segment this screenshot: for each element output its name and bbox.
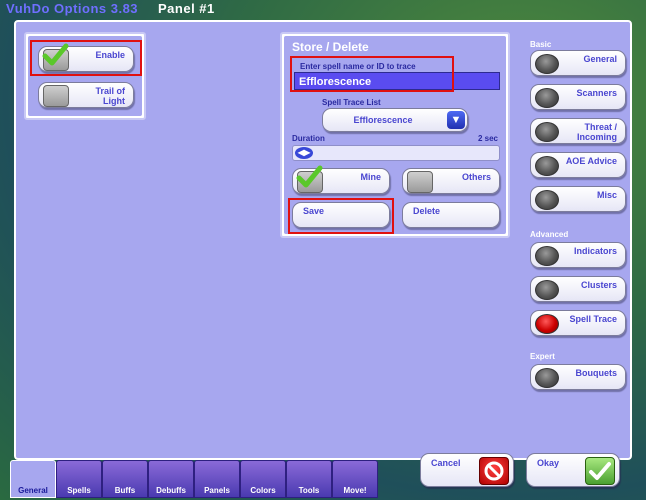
basic-section-label: Basic bbox=[530, 40, 552, 49]
nav-button-label: AOE Advice bbox=[565, 156, 617, 166]
nav-button-misc[interactable]: Misc bbox=[530, 186, 626, 212]
tab-label: General bbox=[18, 486, 48, 495]
nav-button-label: General bbox=[583, 54, 617, 64]
nav-button-general[interactable]: General bbox=[530, 50, 626, 76]
others-label: Others bbox=[461, 172, 491, 182]
trail-of-light-label: Trail of Light bbox=[95, 86, 125, 106]
app-title: VuhDo Options 3.83 bbox=[6, 1, 139, 16]
nav-button-clusters[interactable]: Clusters bbox=[530, 276, 626, 302]
radio-selected-icon bbox=[535, 314, 559, 334]
title-bar: VuhDo Options 3.83 Panel #1 bbox=[0, 0, 646, 18]
store-delete-group: Store / Delete Enter spell name or ID to… bbox=[280, 32, 510, 238]
duration-value: 2 sec bbox=[477, 134, 498, 143]
nav-button-threat-incoming[interactable]: Threat / Incoming bbox=[530, 118, 626, 144]
nav-button-label: Spell Trace bbox=[569, 314, 617, 324]
radio-unselected-icon bbox=[535, 280, 559, 300]
cancel-label: Cancel bbox=[431, 458, 461, 468]
duration-label: Duration bbox=[292, 134, 325, 143]
mine-checkbox[interactable]: Mine bbox=[292, 165, 390, 194]
others-checkbox[interactable]: Others bbox=[402, 168, 500, 194]
nav-button-scanners[interactable]: Scanners bbox=[530, 84, 626, 110]
okay-label: Okay bbox=[537, 458, 560, 468]
nav-button-indicators[interactable]: Indicators bbox=[530, 242, 626, 268]
spell-trace-list-dropdown[interactable]: Efflorescence ▼ bbox=[322, 108, 468, 132]
cancel-button[interactable]: Cancel bbox=[420, 453, 514, 487]
nav-button-spell-trace[interactable]: Spell Trace bbox=[530, 310, 626, 336]
panel-title: Panel #1 bbox=[158, 1, 215, 16]
tab-buffs[interactable]: Buffs bbox=[102, 460, 148, 498]
left-right-arrows-icon[interactable]: ◀▶ bbox=[295, 147, 313, 159]
no-entry-icon bbox=[479, 457, 509, 485]
checkbox-box bbox=[43, 85, 69, 107]
nav-button-aoe-advice[interactable]: AOE Advice bbox=[530, 152, 626, 178]
spell-name-highlight-frame bbox=[290, 56, 454, 92]
tab-debuffs[interactable]: Debuffs bbox=[148, 460, 194, 498]
enable-group: Enable Trail of Light bbox=[24, 32, 146, 120]
tab-spells[interactable]: Spells bbox=[56, 460, 102, 498]
radio-unselected-icon bbox=[535, 190, 559, 210]
tab-colors[interactable]: Colors bbox=[240, 460, 286, 498]
delete-label: Delete bbox=[413, 206, 441, 216]
tab-label: Tools bbox=[298, 486, 320, 495]
nav-button-label: Scanners bbox=[576, 88, 617, 98]
tab-general[interactable]: General bbox=[10, 460, 56, 498]
store-delete-title: Store / Delete bbox=[292, 40, 369, 54]
enable-highlight-frame bbox=[30, 40, 142, 76]
advanced-section-label: Advanced bbox=[530, 230, 569, 239]
nav-button-label: Indicators bbox=[573, 246, 617, 256]
mine-label: Mine bbox=[360, 172, 381, 182]
radio-unselected-icon bbox=[535, 156, 559, 176]
nav-button-label: Bouquets bbox=[575, 368, 618, 378]
nav-button-label: Misc bbox=[596, 190, 617, 200]
spell-trace-list-value: Efflorescence bbox=[353, 115, 413, 125]
okay-button[interactable]: Okay bbox=[526, 453, 620, 487]
save-highlight-frame bbox=[288, 198, 394, 234]
tab-label: Colors bbox=[250, 486, 276, 495]
radio-unselected-icon bbox=[535, 88, 559, 108]
checkmark-icon bbox=[296, 165, 323, 188]
nav-button-label: Threat / Incoming bbox=[577, 122, 617, 142]
tab-label: Move! bbox=[343, 486, 367, 495]
tab-label: Panels bbox=[204, 486, 230, 495]
trail-of-light-checkbox[interactable]: Trail of Light bbox=[38, 82, 134, 108]
radio-unselected-icon bbox=[535, 368, 559, 388]
nav-button-bouquets[interactable]: Bouquets bbox=[530, 364, 626, 390]
options-panel: Enable Trail of Light Store / Delete Ent… bbox=[14, 20, 632, 460]
radio-unselected-icon bbox=[535, 122, 559, 142]
radio-unselected-icon bbox=[535, 54, 559, 74]
radio-unselected-icon bbox=[535, 246, 559, 266]
tab-label: Debuffs bbox=[156, 486, 186, 495]
tab-tools[interactable]: Tools bbox=[286, 460, 332, 498]
delete-button[interactable]: Delete bbox=[402, 202, 500, 228]
checkmark-icon bbox=[585, 457, 615, 485]
tab-label: Spells bbox=[67, 486, 91, 495]
tab-move[interactable]: Move! bbox=[332, 460, 378, 498]
duration-slider[interactable]: ◀▶ bbox=[292, 145, 500, 161]
nav-button-label: Clusters bbox=[580, 280, 617, 290]
tab-label: Buffs bbox=[114, 486, 136, 495]
down-arrow-icon[interactable]: ▼ bbox=[447, 111, 465, 129]
checkbox-box bbox=[407, 171, 433, 193]
tab-panels[interactable]: Panels bbox=[194, 460, 240, 498]
spell-trace-list-label: Spell Trace List bbox=[322, 98, 381, 107]
expert-section-label: Expert bbox=[530, 352, 555, 361]
